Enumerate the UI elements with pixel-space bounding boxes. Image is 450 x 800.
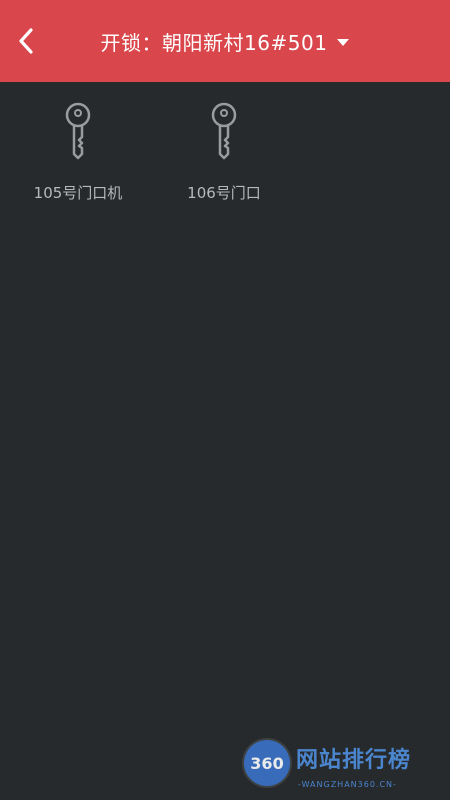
chevron-left-icon (19, 28, 33, 54)
location-selector[interactable]: 开锁：朝阳新村16#501 (101, 27, 350, 56)
app-screen: 开锁：朝阳新村16#501 105号门口机 106号门口 360 网站排行榜 -… (0, 0, 450, 800)
watermark-subtext: -WANGZHAN360.CN- (298, 780, 397, 789)
watermark-logo: 360 (244, 740, 290, 786)
key-icon (65, 102, 91, 160)
header-bar: 开锁：朝阳新村16#501 (0, 0, 450, 82)
watermark: 360 网站排行榜 -WANGZHAN360.CN- (232, 736, 446, 796)
back-button[interactable] (6, 21, 46, 61)
watermark-text: 网站排行榜 (296, 748, 412, 773)
lock-label: 105号门口机 (33, 184, 123, 202)
caret-down-icon (337, 38, 350, 46)
key-icon (211, 102, 237, 160)
lock-label: 106号门口 (187, 184, 261, 202)
lock-grid: 105号门口机 106号门口 (0, 82, 450, 342)
page-title: 开锁：朝阳新村16#501 (100, 30, 328, 55)
lock-item-105[interactable]: 105号门口机 (18, 82, 138, 212)
lock-item-106[interactable]: 106号门口 (164, 82, 284, 212)
